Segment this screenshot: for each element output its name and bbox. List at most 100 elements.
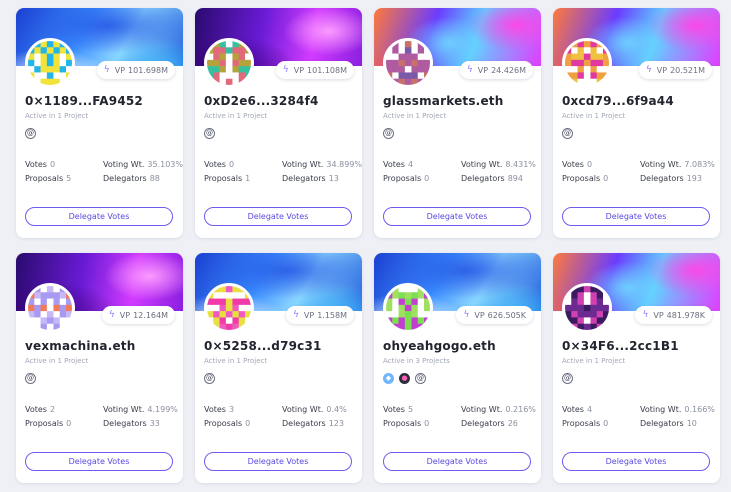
proposals-label: Proposals bbox=[25, 174, 64, 183]
votes-value: 0 bbox=[49, 160, 56, 169]
delegate-card[interactable]: ϟ VP 24.426M glassmarkets.eth Active in … bbox=[374, 8, 541, 238]
avatar bbox=[562, 38, 612, 88]
voting-wt-value: 4.199% bbox=[147, 405, 178, 414]
proposals-label: Proposals bbox=[383, 174, 422, 183]
avatar bbox=[383, 38, 433, 88]
delegate-votes-button[interactable]: Delegate Votes bbox=[204, 207, 352, 226]
delegates-grid: ϟ VP 101.698M 0×1189...FA9452 Active in … bbox=[0, 0, 731, 492]
votes-value: 0 bbox=[228, 160, 235, 169]
delegators-label: Delegators bbox=[640, 419, 684, 428]
voting-power-badge: ϟ VP 481.978K bbox=[635, 306, 712, 324]
delegate-card[interactable]: ϟ VP 626.505K ohyeahgogo.eth Active in 3… bbox=[374, 253, 541, 483]
voting-wt-label: Voting Wt. bbox=[103, 160, 145, 169]
avatar bbox=[204, 38, 254, 88]
delegate-card[interactable]: ϟ VP 101.698M 0×1189...FA9452 Active in … bbox=[16, 8, 183, 238]
vp-value: 626.505K bbox=[487, 310, 526, 320]
delegate-votes-button[interactable]: Delegate Votes bbox=[562, 452, 710, 471]
ens-icon[interactable]: @ bbox=[25, 373, 36, 384]
blue-protocol-icon[interactable]: ◆ bbox=[383, 373, 394, 384]
active-projects-text: Active in 1 Project bbox=[204, 112, 268, 120]
vp-value: 1.158M bbox=[317, 310, 347, 320]
delegate-name[interactable]: glassmarkets.eth bbox=[383, 94, 503, 108]
lightning-icon: ϟ bbox=[463, 310, 470, 320]
proposals-value: 0 bbox=[424, 174, 430, 183]
delegate-votes-button[interactable]: Delegate Votes bbox=[562, 207, 710, 226]
voting-power-badge: ϟ VP 1.158M bbox=[285, 306, 354, 324]
votes-label: Votes bbox=[383, 405, 405, 414]
delegate-votes-button[interactable]: Delegate Votes bbox=[383, 452, 531, 471]
ens-icon[interactable]: @ bbox=[562, 373, 573, 384]
proposals-value: 5 bbox=[66, 174, 72, 183]
votes-value: 4 bbox=[407, 160, 414, 169]
delegate-votes-button[interactable]: Delegate Votes bbox=[383, 207, 531, 226]
proposals-value: 0 bbox=[603, 419, 609, 428]
delegators-label: Delegators bbox=[461, 419, 505, 428]
votes-label: Votes bbox=[25, 405, 47, 414]
voting-wt-value: 8.431% bbox=[505, 160, 536, 169]
delegators-value: 88 bbox=[149, 174, 160, 183]
delegate-name[interactable]: 0×1189...FA9452 bbox=[25, 94, 143, 108]
vp-label: VP bbox=[114, 65, 126, 75]
lightning-icon: ϟ bbox=[108, 310, 115, 320]
ens-icon[interactable]: @ bbox=[204, 373, 215, 384]
lightning-icon: ϟ bbox=[642, 310, 649, 320]
avatar bbox=[25, 38, 75, 88]
voting-power-badge: ϟ VP 20.521M bbox=[638, 61, 712, 79]
delegate-votes-button[interactable]: Delegate Votes bbox=[25, 452, 173, 471]
vp-label: VP bbox=[474, 310, 485, 320]
proposals-label: Proposals bbox=[562, 174, 601, 183]
protocol-icons: @ bbox=[204, 373, 215, 385]
lightning-icon: ϟ bbox=[645, 65, 652, 75]
delegate-name[interactable]: 0×5258...d79c31 bbox=[204, 339, 322, 353]
ens-icon[interactable]: @ bbox=[204, 128, 215, 139]
delegate-name[interactable]: ohyeahgogo.eth bbox=[383, 339, 496, 353]
delegators-label: Delegators bbox=[461, 174, 505, 183]
voting-wt-label: Voting Wt. bbox=[103, 405, 145, 414]
vp-value: 24.426M bbox=[491, 65, 526, 75]
active-projects-text: Active in 1 Project bbox=[562, 112, 626, 120]
lightning-icon: ϟ bbox=[466, 65, 473, 75]
delegators-label: Delegators bbox=[103, 174, 147, 183]
votes-label: Votes bbox=[383, 160, 405, 169]
vp-value: 481.978K bbox=[666, 310, 705, 320]
delegate-card[interactable]: ϟ VP 101.108M 0xD2e6...3284f4 Active in … bbox=[195, 8, 362, 238]
votes-value: 2 bbox=[49, 405, 56, 414]
votes-label: Votes bbox=[204, 160, 226, 169]
vp-label: VP bbox=[119, 310, 131, 320]
delegate-name[interactable]: 0xcd79...6f9a44 bbox=[562, 94, 674, 108]
vp-label: VP bbox=[303, 310, 315, 320]
delegate-name[interactable]: 0xD2e6...3284f4 bbox=[204, 94, 319, 108]
votes-value: 0 bbox=[586, 160, 593, 169]
voting-wt-value: 0.216% bbox=[505, 405, 536, 414]
votes-label: Votes bbox=[562, 160, 584, 169]
voting-power-badge: ϟ VP 626.505K bbox=[456, 306, 533, 324]
delegate-stats: Votes 5 Voting Wt. 0.216% Proposals 0 Deleg… bbox=[383, 405, 536, 433]
delegate-card[interactable]: ϟ VP 20.521M 0xcd79...6f9a44 Active in 1… bbox=[553, 8, 720, 238]
delegate-card[interactable]: ϟ VP 12.164M vexmachina.eth Active in 1 … bbox=[16, 253, 183, 483]
delegate-name[interactable]: vexmachina.eth bbox=[25, 339, 136, 353]
delegators-value: 123 bbox=[328, 419, 344, 428]
delegate-stats: Votes 0 Voting Wt. 34.899% Proposals 1 Dele… bbox=[204, 160, 362, 188]
active-projects-text: Active in 1 Project bbox=[383, 112, 447, 120]
ens-icon[interactable]: @ bbox=[562, 128, 573, 139]
delegate-votes-button[interactable]: Delegate Votes bbox=[204, 452, 352, 471]
delegators-value: 26 bbox=[507, 419, 518, 428]
delegate-votes-button[interactable]: Delegate Votes bbox=[25, 207, 173, 226]
delegate-card[interactable]: ϟ VP 481.978K 0×34F6...2cc1B1 Active in … bbox=[553, 253, 720, 483]
voting-power-badge: ϟ VP 24.426M bbox=[459, 61, 533, 79]
vp-value: 101.698M bbox=[128, 65, 168, 75]
proposals-value: 0 bbox=[66, 419, 72, 428]
dark-protocol-icon[interactable]: ● bbox=[399, 373, 410, 384]
active-projects-text: Active in 1 Project bbox=[204, 357, 268, 365]
voting-wt-label: Voting Wt. bbox=[282, 160, 324, 169]
ens-icon[interactable]: @ bbox=[415, 373, 426, 384]
voting-wt-label: Voting Wt. bbox=[640, 160, 682, 169]
ens-icon[interactable]: @ bbox=[25, 128, 36, 139]
delegate-stats: Votes 4 Voting Wt. 8.431% Proposals 0 Deleg… bbox=[383, 160, 536, 188]
ens-icon[interactable]: @ bbox=[383, 128, 394, 139]
delegate-stats: Votes 0 Voting Wt. 35.103% Proposals 5 Dele… bbox=[25, 160, 183, 188]
vp-label: VP bbox=[653, 310, 664, 320]
delegate-name[interactable]: 0×34F6...2cc1B1 bbox=[562, 339, 679, 353]
delegators-label: Delegators bbox=[640, 174, 684, 183]
delegate-card[interactable]: ϟ VP 1.158M 0×5258...d79c31 Active in 1 … bbox=[195, 253, 362, 483]
